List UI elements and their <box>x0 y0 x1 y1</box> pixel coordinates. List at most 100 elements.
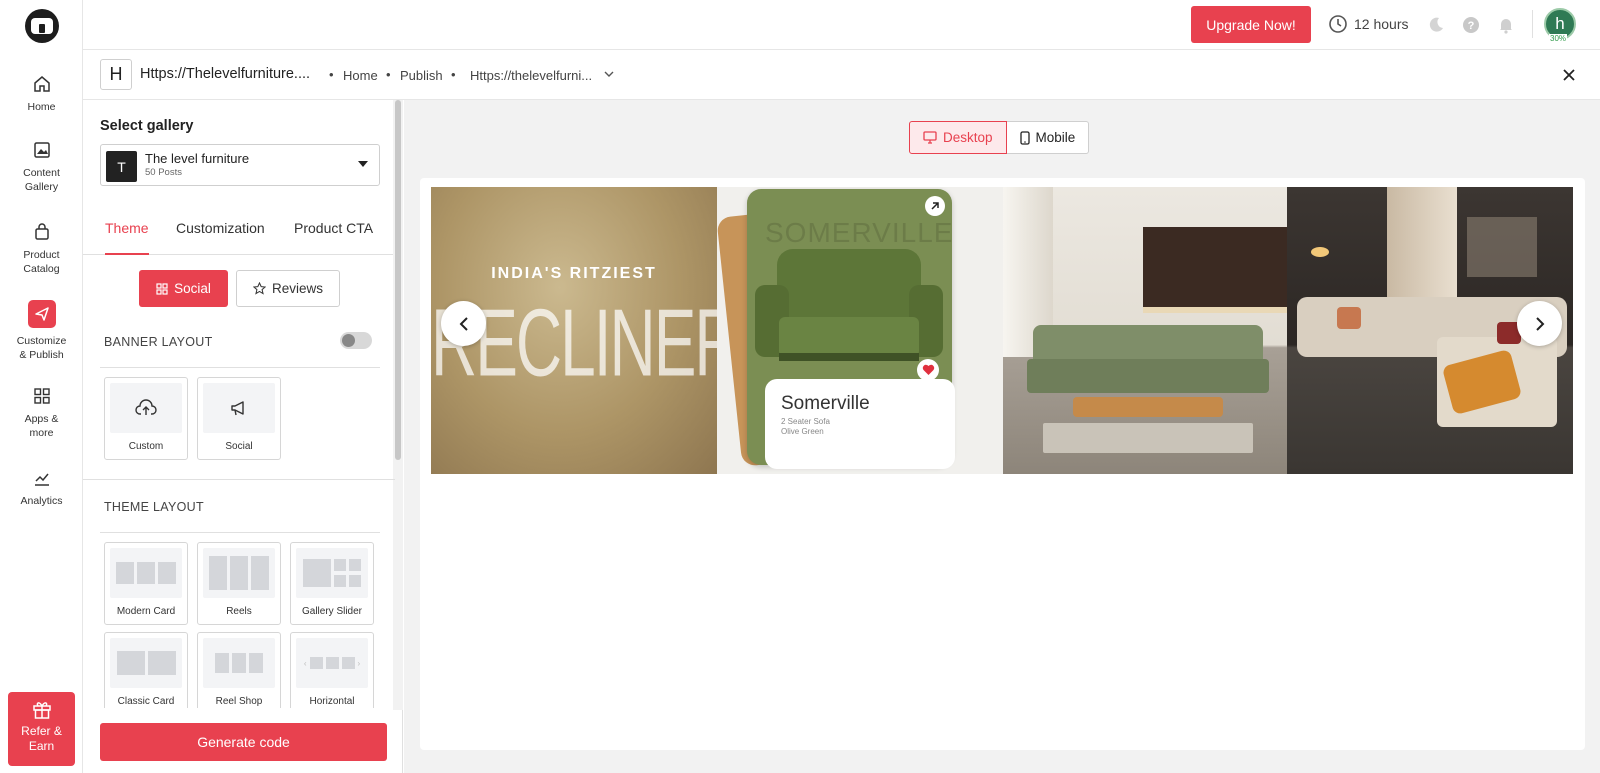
refer-label: Refer & Earn <box>21 724 62 753</box>
theme-option-reel-shop[interactable]: Reel Shop <box>197 632 281 715</box>
product-info-panel: Somerville 2 Seater Sofa Olive Green <box>765 379 955 469</box>
send-icon <box>27 300 56 328</box>
chart-icon <box>34 473 49 486</box>
wall-art-image <box>1467 217 1537 277</box>
close-icon[interactable] <box>1562 68 1576 82</box>
social-button[interactable]: Social <box>139 270 228 307</box>
gallery-slide[interactable] <box>1003 187 1287 474</box>
tab-product-cta[interactable]: Product CTA <box>294 220 373 236</box>
site-title[interactable]: Https://Thelevelfurniture.... <box>140 66 310 82</box>
option-label: Gallery Slider <box>301 606 363 617</box>
gift-icon <box>32 702 51 719</box>
breadcrumb-separator: • <box>329 67 334 82</box>
option-label: Classic Card <box>117 696 175 707</box>
home-icon <box>33 76 50 92</box>
reviews-button[interactable]: Reviews <box>236 270 340 307</box>
mobile-toggle[interactable]: Mobile <box>1006 121 1090 154</box>
breadcrumb-home[interactable]: Home <box>343 68 378 83</box>
sidebar: Home Content Gallery Product Catalog Cus… <box>0 0 83 773</box>
banner-option-social[interactable]: Social <box>197 377 281 460</box>
cushion-image <box>1337 307 1361 329</box>
external-link-icon[interactable] <box>925 196 945 216</box>
refer-earn-button[interactable]: Refer & Earn <box>8 692 75 766</box>
option-label: Modern Card <box>116 606 176 617</box>
option-label: Reels <box>226 606 252 617</box>
theme-option-horizontal[interactable]: ‹ › Horizontal <box>290 632 374 715</box>
gallery-slide[interactable]: SOMERVILLE Somerville 2 Seater Sofa Oliv… <box>717 187 1003 474</box>
hours-label: 12 hours <box>1354 16 1409 32</box>
trial-hours[interactable]: 12 hours <box>1328 14 1408 34</box>
tab-customization[interactable]: Customization <box>176 220 265 236</box>
option-label: Horizontal <box>309 696 355 707</box>
breadcrumb-url[interactable]: Https://thelevelfurni... <box>470 68 592 83</box>
clock-icon <box>1329 15 1347 33</box>
banner-option-custom[interactable]: Custom <box>104 377 188 460</box>
caret-down-icon <box>358 161 368 167</box>
option-label: Custom <box>128 441 164 452</box>
bell-icon[interactable] <box>1497 16 1515 34</box>
divider <box>100 532 380 533</box>
product-name: Somerville <box>781 393 870 414</box>
tab-theme[interactable]: Theme <box>105 220 149 236</box>
moon-icon[interactable] <box>1427 16 1445 34</box>
sidebar-item-label: Customize & Publish <box>16 335 67 361</box>
desktop-label: Desktop <box>943 130 993 145</box>
sidebar-item-product-catalog[interactable]: Product Catalog <box>0 222 83 276</box>
star-icon <box>252 282 266 295</box>
sidebar-item-customize-publish[interactable]: Customize & Publish <box>0 300 83 362</box>
sidebar-item-content-gallery[interactable]: Content Gallery <box>0 140 83 194</box>
desktop-toggle[interactable]: Desktop <box>909 121 1007 154</box>
breadcrumb: H Https://Thelevelfurniture.... • Home •… <box>83 50 1600 100</box>
reviews-label: Reviews <box>271 281 323 296</box>
sidebar-item-apps[interactable]: Apps & more <box>0 386 83 440</box>
device-toggle: Desktop Mobile <box>909 121 1090 154</box>
grid-icon <box>33 388 50 404</box>
breadcrumb-separator: • <box>451 67 456 82</box>
chevron-down-icon[interactable] <box>604 70 614 78</box>
megaphone-icon <box>231 401 244 416</box>
carousel-prev-button[interactable] <box>441 301 486 346</box>
theme-option-gallery-slider[interactable]: Gallery Slider <box>290 542 374 625</box>
gallery-select[interactable]: T The level furniture 50 Posts <box>100 144 380 186</box>
theme-option-reels[interactable]: Reels <box>197 542 281 625</box>
generate-code-button[interactable]: Generate code <box>100 723 387 761</box>
help-icon[interactable]: ? <box>1462 16 1480 34</box>
theme-option-classic-card[interactable]: Classic Card <box>104 632 188 715</box>
bag-icon <box>34 223 49 240</box>
chevron-left-icon <box>459 316 468 331</box>
sidebar-item-analytics[interactable]: Analytics <box>0 468 83 508</box>
rug-image <box>1043 423 1253 453</box>
lamp-image <box>1311 247 1329 257</box>
avatar-progress: 30% <box>1549 34 1568 43</box>
cabinet-light <box>1143 307 1287 313</box>
mobile-label: Mobile <box>1035 130 1076 145</box>
app-logo[interactable] <box>25 9 59 43</box>
cabinet-image <box>1143 227 1287 307</box>
select-gallery-label: Select gallery <box>100 118 194 134</box>
carousel-next-button[interactable] <box>1517 301 1562 346</box>
upgrade-button[interactable]: Upgrade Now! <box>1191 6 1311 43</box>
product-color: Olive Green <box>781 427 824 436</box>
product-type: 2 Seater Sofa <box>781 417 830 426</box>
sidebar-item-label: Home <box>27 101 56 113</box>
active-tab-indicator <box>105 253 149 255</box>
heart-icon[interactable] <box>917 359 939 381</box>
banner-layout-toggle[interactable] <box>340 332 372 349</box>
thumbnail <box>110 548 182 598</box>
breadcrumb-separator: • <box>386 67 391 82</box>
sofa-seat <box>1027 359 1269 393</box>
theme-option-modern-card[interactable]: Modern Card <box>104 542 188 625</box>
thumbnail <box>203 638 275 688</box>
option-label: Social <box>225 441 253 452</box>
panel-tabs: Theme Customization Product CTA <box>83 205 393 255</box>
sidebar-item-label: Analytics <box>20 495 63 507</box>
divider <box>1532 10 1533 38</box>
sidebar-item-home[interactable]: Home <box>0 74 83 114</box>
image-icon <box>33 142 50 158</box>
breadcrumb-publish[interactable]: Publish <box>400 68 443 83</box>
thumbnail <box>203 548 275 598</box>
panel-scrollbar-thumb[interactable] <box>395 100 401 460</box>
divider <box>100 367 380 368</box>
thumbnail: ‹ › <box>296 638 368 688</box>
site-initial: H <box>100 59 132 90</box>
